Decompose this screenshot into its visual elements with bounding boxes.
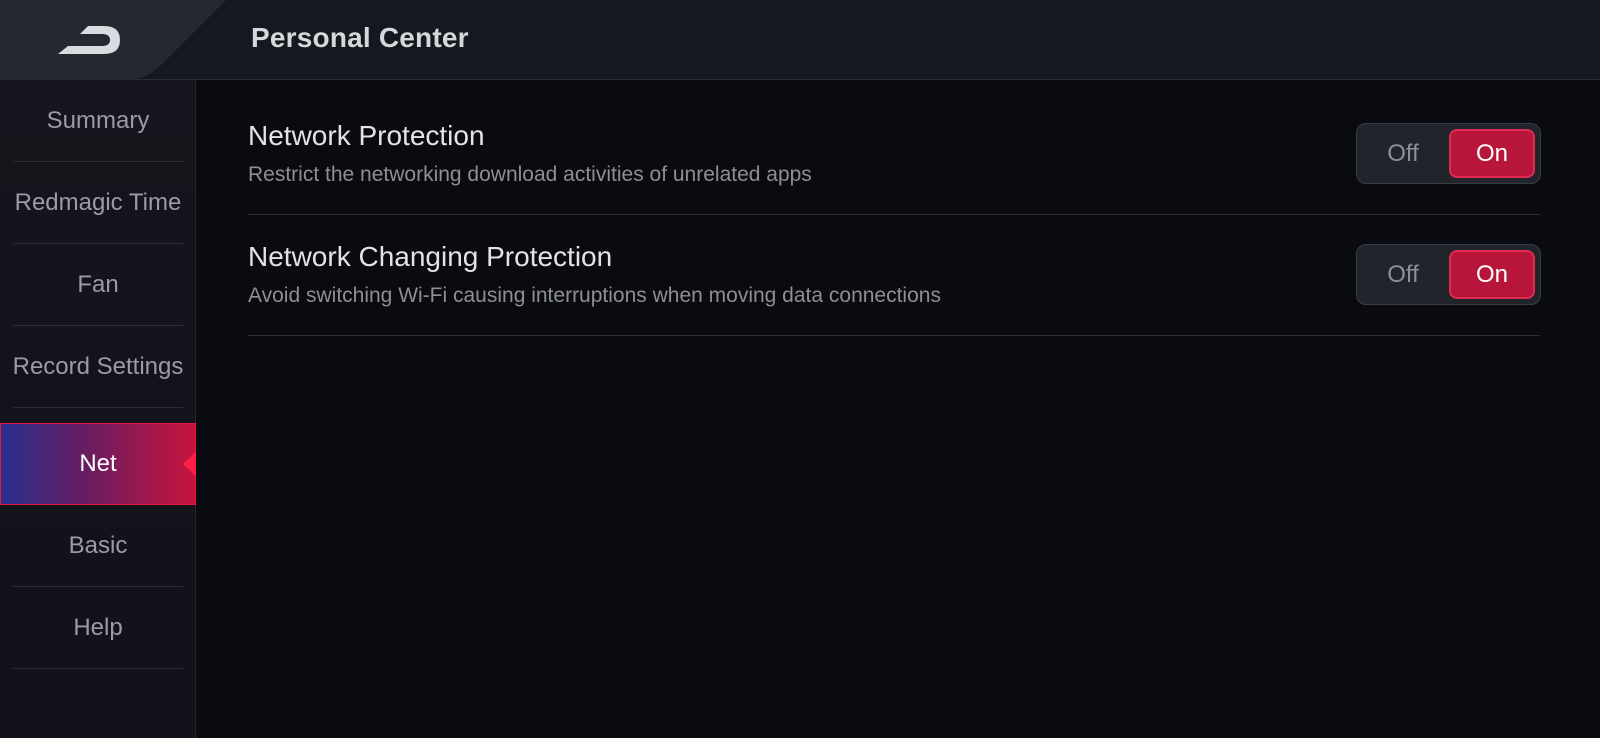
sidebar-item-label: Net <box>79 450 117 477</box>
app-window: Personal Center Summary Redmagic Time Fa… <box>0 0 1600 738</box>
setting-description: Avoid switching Wi-Fi causing interrupti… <box>248 284 941 307</box>
sidebar-item-record-settings[interactable]: Record Settings <box>0 326 196 408</box>
sidebar-item-label: Summary <box>46 107 150 134</box>
sidebar-item-label: Redmagic Time <box>14 189 182 216</box>
back-button[interactable] <box>0 0 226 80</box>
network-changing-protection-toggle[interactable]: Off On <box>1356 244 1541 305</box>
sidebar-item-summary[interactable]: Summary <box>0 80 196 162</box>
back-arrow-icon <box>0 0 226 80</box>
divider <box>13 668 183 669</box>
toggle-off-option[interactable]: Off <box>1357 245 1449 304</box>
network-protection-toggle[interactable]: Off On <box>1356 123 1541 184</box>
sidebar-item-redmagic-time[interactable]: Redmagic Time <box>0 162 196 244</box>
page-title: Personal Center <box>251 22 469 53</box>
setting-description: Restrict the networking download activit… <box>248 163 812 186</box>
setting-title: Network Changing Protection <box>248 241 613 272</box>
setting-row-network-changing-protection: Network Changing Protection Avoid switch… <box>248 215 1541 336</box>
sidebar-item-label: Fan <box>77 271 119 298</box>
active-indicator <box>183 452 196 476</box>
toggle-on-option[interactable]: On <box>1449 250 1535 299</box>
sidebar-item-label: Record Settings <box>12 353 184 380</box>
toggle-off-option[interactable]: Off <box>1357 124 1449 183</box>
sidebar-item-help[interactable]: Help <box>0 587 196 669</box>
header-bar: Personal Center <box>0 0 1600 80</box>
divider <box>13 407 183 408</box>
sidebar-item-basic[interactable]: Basic <box>0 505 196 587</box>
sidebar-item-label: Basic <box>68 532 128 559</box>
setting-title: Network Protection <box>248 120 485 151</box>
sidebar-nav: Summary Redmagic Time Fan Record Setting… <box>0 80 196 738</box>
toggle-on-option[interactable]: On <box>1449 129 1535 178</box>
sidebar-item-net[interactable]: Net <box>0 423 196 505</box>
sidebar-item-label: Help <box>73 614 123 641</box>
sidebar-item-fan[interactable]: Fan <box>0 244 196 326</box>
setting-row-network-protection: Network Protection Restrict the networki… <box>248 80 1541 215</box>
